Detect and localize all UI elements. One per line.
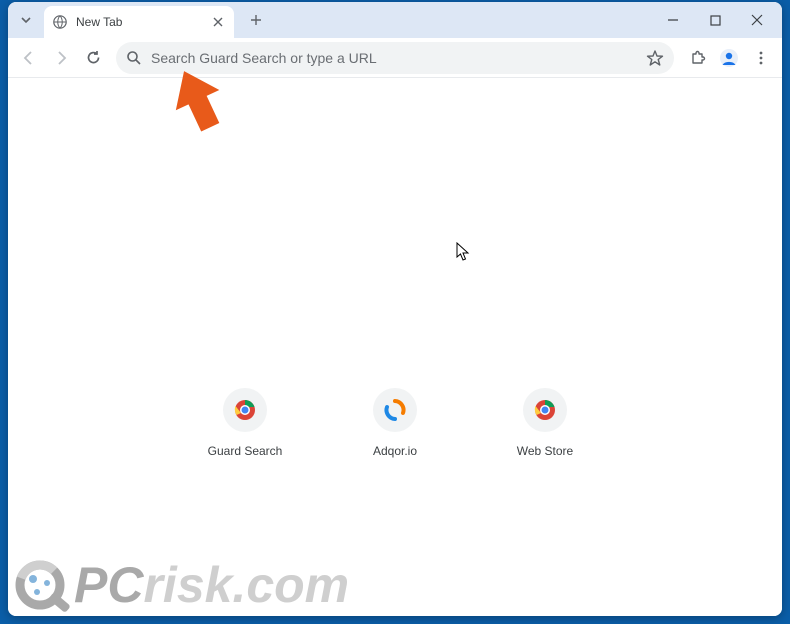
browser-window: New Tab: [8, 2, 782, 616]
shortcut-adqor[interactable]: Adqor.io: [350, 388, 440, 458]
minimize-icon: [667, 14, 679, 26]
chrome-icon: [234, 399, 256, 421]
tab-close-button[interactable]: [210, 14, 226, 30]
tab-search-button[interactable]: [12, 6, 40, 34]
page-content: Guard Search Adqor.io: [8, 78, 782, 616]
plus-icon: [250, 14, 262, 26]
kebab-icon: [753, 50, 769, 66]
shortcut-web-store[interactable]: Web Store: [500, 388, 590, 458]
minimize-button[interactable]: [652, 6, 694, 34]
maximize-icon: [710, 15, 721, 26]
chrome-icon: [534, 399, 556, 421]
arrow-left-icon: [20, 49, 38, 67]
search-icon: [126, 50, 141, 65]
menu-button[interactable]: [746, 43, 776, 73]
reload-button[interactable]: [78, 43, 108, 73]
new-tab-button[interactable]: [242, 6, 270, 34]
avatar-icon: [718, 47, 740, 69]
puzzle-icon: [689, 49, 706, 66]
extensions-button[interactable]: [682, 43, 712, 73]
cursor-icon: [456, 242, 472, 262]
shortcut-guard-search[interactable]: Guard Search: [200, 388, 290, 458]
titlebar: New Tab: [8, 2, 782, 38]
chevron-down-icon: [20, 14, 32, 26]
tab[interactable]: New Tab: [44, 6, 234, 38]
tab-title: New Tab: [76, 15, 210, 29]
shortcut-label: Adqor.io: [373, 444, 417, 458]
globe-icon: [52, 14, 68, 30]
arrow-right-icon: [52, 49, 70, 67]
toolbar: [8, 38, 782, 78]
shortcut-tile: [523, 388, 567, 432]
close-icon: [213, 17, 223, 27]
profile-button[interactable]: [714, 43, 744, 73]
shortcut-tile: [223, 388, 267, 432]
close-icon: [751, 14, 763, 26]
close-window-button[interactable]: [736, 6, 778, 34]
reload-icon: [85, 49, 102, 66]
back-button[interactable]: [14, 43, 44, 73]
maximize-button[interactable]: [694, 6, 736, 34]
shortcut-label: Web Store: [517, 444, 573, 458]
shortcut-label: Guard Search: [208, 444, 283, 458]
address-bar[interactable]: [116, 42, 674, 74]
shortcut-row: Guard Search Adqor.io: [200, 388, 590, 458]
bookmark-button[interactable]: [646, 49, 664, 67]
star-icon: [646, 49, 664, 67]
shortcut-tile: [373, 388, 417, 432]
forward-button[interactable]: [46, 43, 76, 73]
adqor-icon: [384, 399, 406, 421]
address-input[interactable]: [151, 50, 646, 66]
